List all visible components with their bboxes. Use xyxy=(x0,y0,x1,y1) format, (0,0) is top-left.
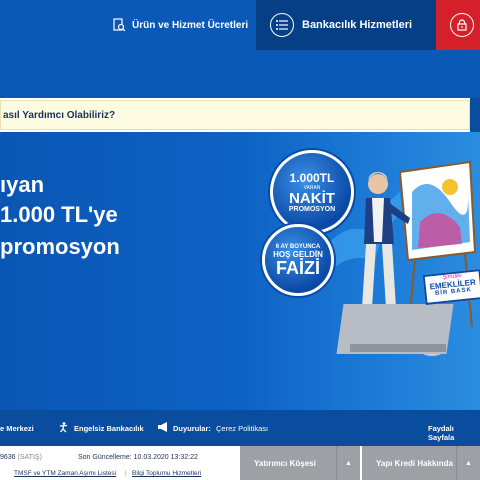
badge-small: PROMOSYON xyxy=(288,206,336,213)
chevron-up-icon: ▲ xyxy=(456,446,480,480)
welcome-interest-badge: 6 AY BOYUNCA HOŞ GELDİN FAİZİ xyxy=(262,224,334,296)
retirees-sign: Şimdiki EMEKLİLER BİR BASK xyxy=(422,269,480,305)
banking-services-button[interactable]: Bankacılık Hizmetleri xyxy=(256,0,436,50)
top-header: Ürün ve Hizmet Ücretleri Bankacılık Hizm… xyxy=(0,0,480,50)
footer-nav: e Merkezi Engelsiz Bankacılık Duyurular:… xyxy=(0,410,480,446)
bottom-bar: 9636 (SATIŞ) Son Güncelleme: 10.03.2020 … xyxy=(0,446,480,480)
link-separator: | xyxy=(125,470,127,477)
pedestal-base xyxy=(350,344,446,352)
badge2-big: FAİZİ xyxy=(276,257,320,278)
search-bar: asıl Yardımcı Olabiliriz? xyxy=(0,98,480,132)
accessible-banking-link[interactable]: Engelsiz Bankacılık xyxy=(74,424,144,433)
useful-pages-link[interactable]: Faydalı Sayfala xyxy=(428,424,480,442)
search-placeholder: asıl Yardımcı Olabiliriz? xyxy=(3,109,116,121)
accessibility-icon xyxy=(59,422,68,433)
hero-line-2: 1.000 TL'ye xyxy=(0,202,118,227)
search-button[interactable] xyxy=(470,98,480,132)
megaphone-icon xyxy=(158,422,167,432)
menu-icon xyxy=(270,13,294,37)
badge-big: NAKİT xyxy=(289,190,335,207)
fees-link[interactable]: Ürün ve Hizmet Ücretleri xyxy=(112,0,248,50)
rate-label: (SATIŞ) xyxy=(17,454,42,461)
search-input[interactable]: asıl Yardımcı Olabiliriz? xyxy=(0,100,470,130)
investor-corner-tab[interactable]: Yatırımcı Köşesi ▲ xyxy=(240,446,360,480)
banking-services-label: Bankacılık Hizmetleri xyxy=(302,19,413,31)
tmsf-link[interactable]: TMSF ve YTM Zaman Aşımı Listesi xyxy=(14,470,116,477)
badge-amount: 1.000TL xyxy=(289,171,335,185)
investor-corner-label: Yatırımcı Köşesi xyxy=(254,458,316,468)
fees-label: Ürün ve Hizmet Ücretleri xyxy=(132,19,249,31)
cash-promotion-badge: 1.000TL VARAN NAKİT PROMOSYON xyxy=(270,150,354,234)
header-band xyxy=(0,50,480,98)
help-center-link[interactable]: e Merkezi xyxy=(0,424,34,433)
lock-icon xyxy=(450,13,474,37)
announcements-label: Duyurular: xyxy=(173,424,211,433)
hero-line-1: ıyan xyxy=(0,172,45,197)
chevron-up-icon: ▲ xyxy=(336,446,360,480)
document-search-icon xyxy=(113,18,126,32)
about-label: Yapı Kredi Hakkında xyxy=(376,458,453,468)
cookie-policy-link[interactable]: Çerez Politikası xyxy=(216,424,268,433)
info-society-link[interactable]: Bilgi Toplumu Hizmetleri xyxy=(132,470,201,477)
hero-banner[interactable]: ıyan 1.000 TL'ye promosyon 1.000TL VARAN… xyxy=(0,132,480,410)
about-tab[interactable]: Yapı Kredi Hakkında ▲ xyxy=(362,446,480,480)
exchange-rate: 9636 (SATIŞ) xyxy=(0,454,42,461)
login-button[interactable] xyxy=(436,0,480,50)
hero-line-3: promosyon xyxy=(0,234,120,259)
rate-value: 9636 xyxy=(0,454,16,461)
last-updated: Son Güncelleme: 10.03.2020 13:32:22 xyxy=(78,454,198,461)
